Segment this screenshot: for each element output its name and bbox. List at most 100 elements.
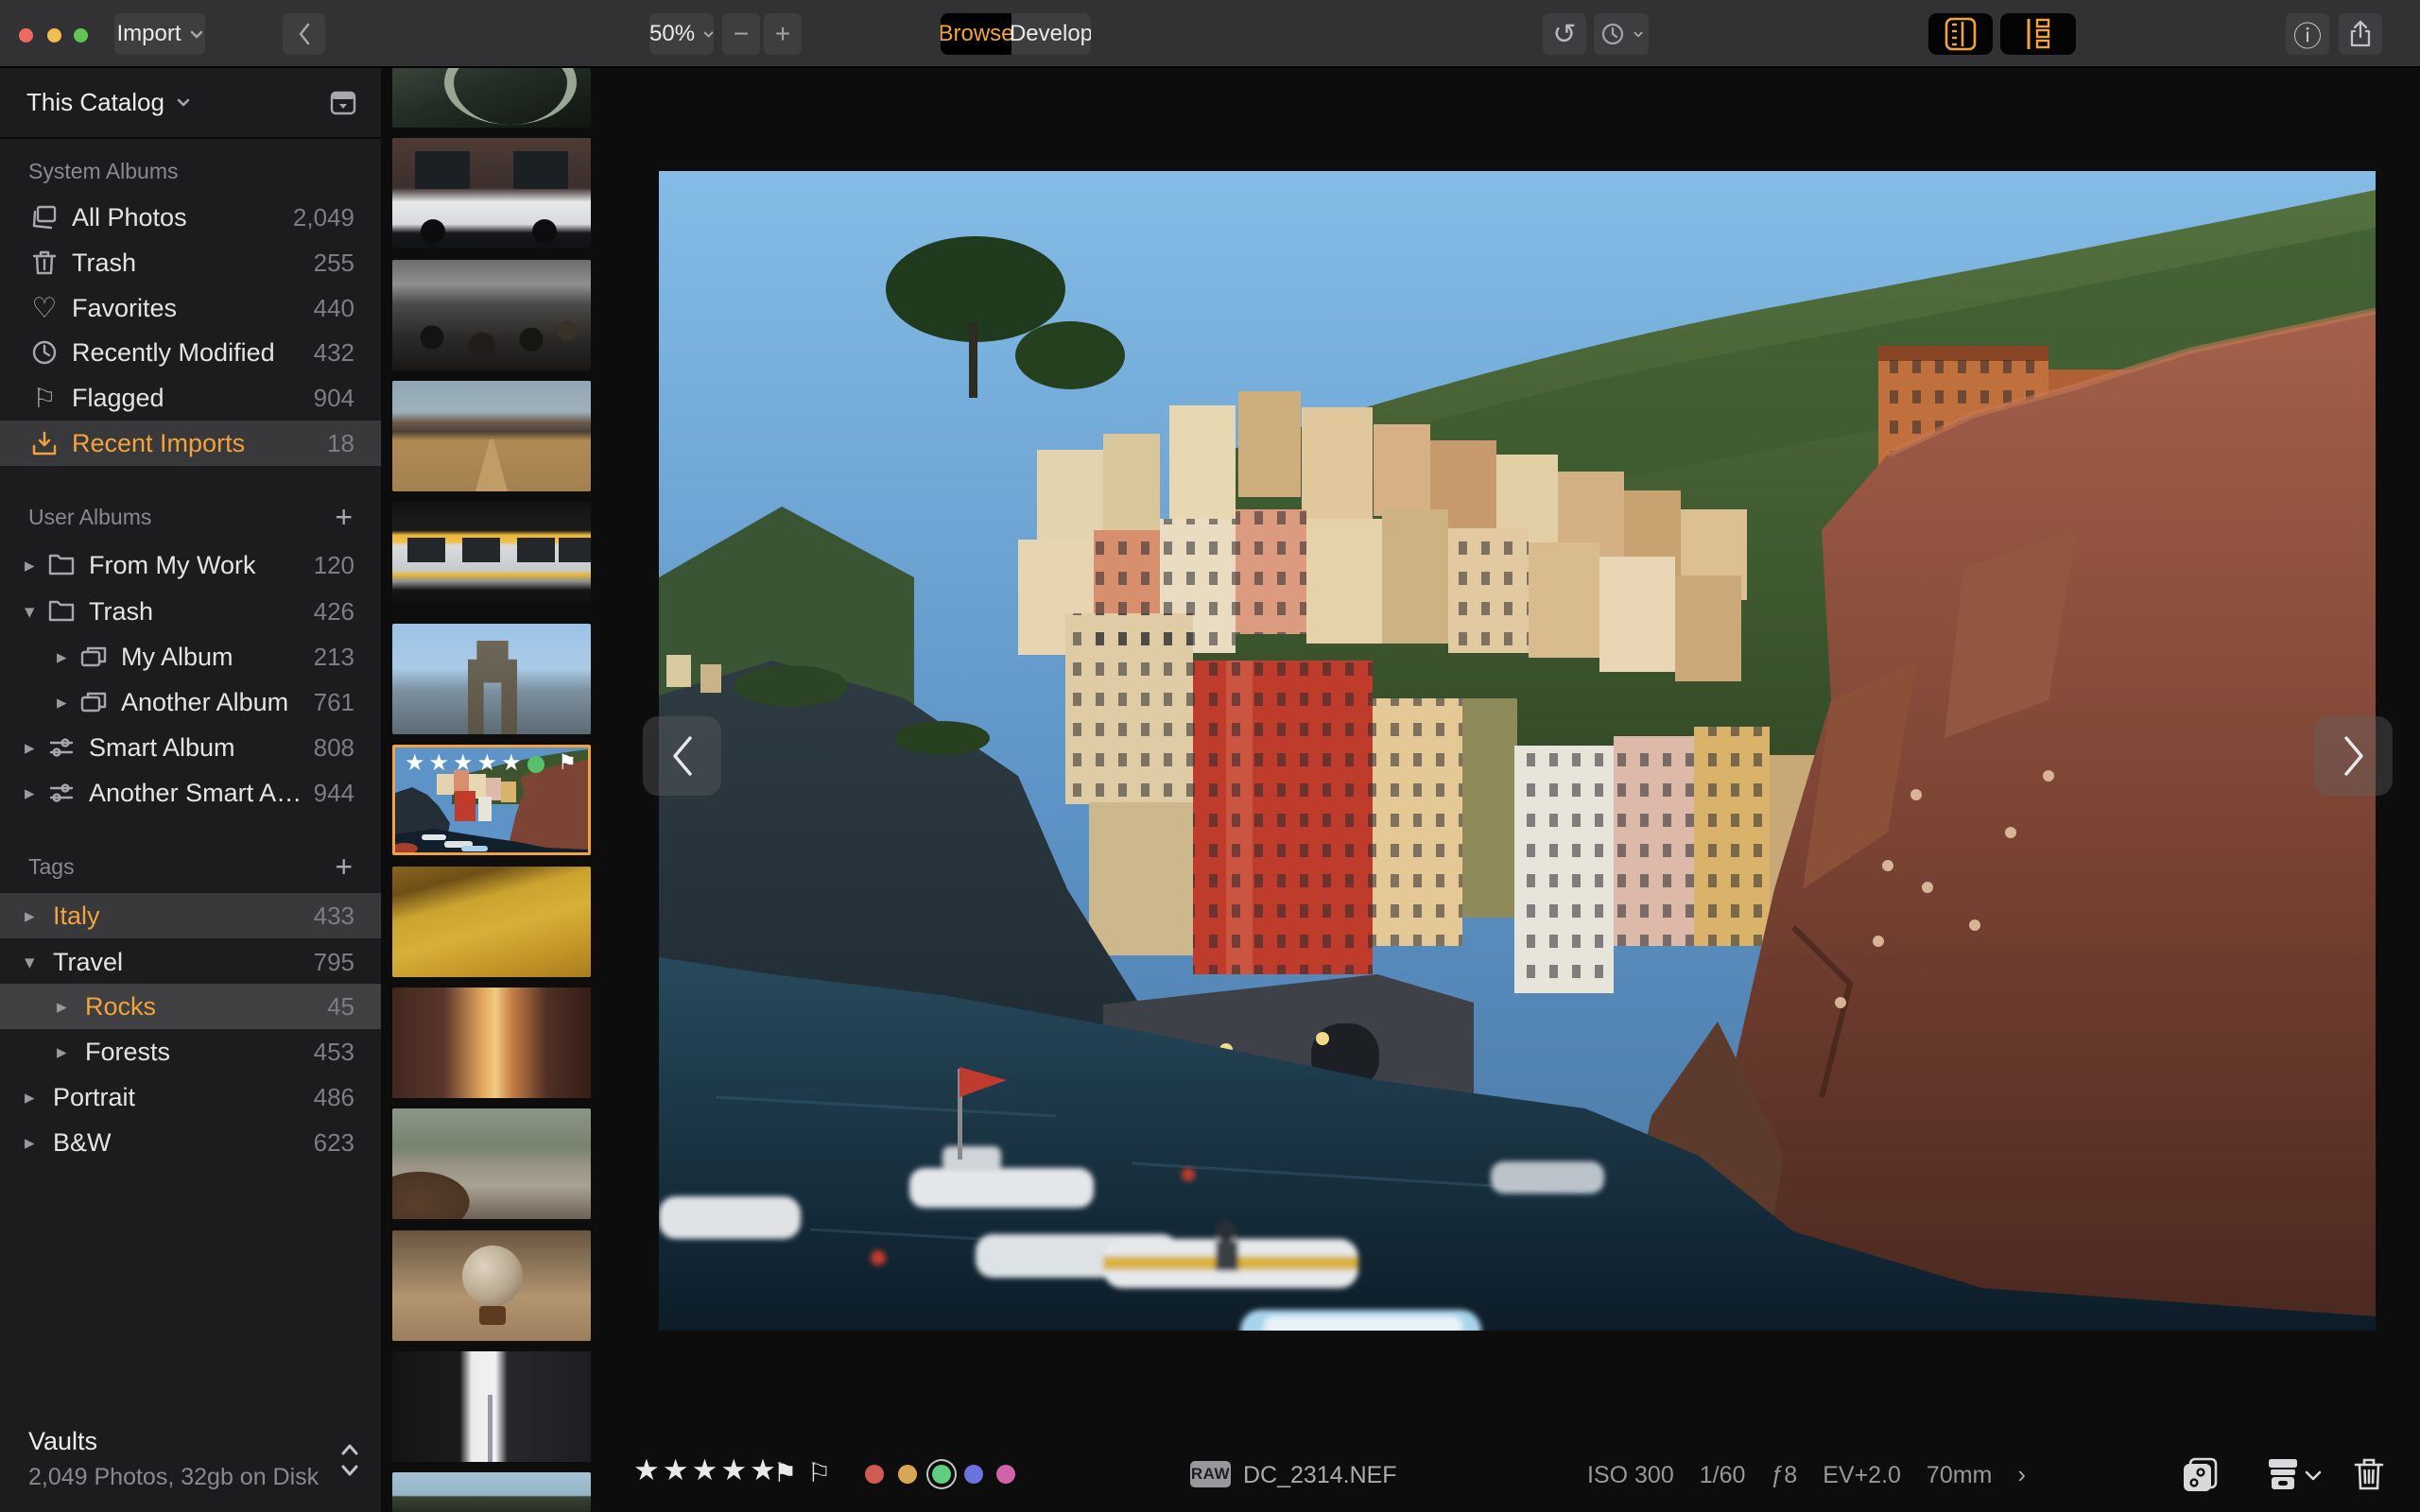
sidebar-tag-bw[interactable]: ▸ B&W 623 xyxy=(0,1120,381,1165)
copy-adjustments-button[interactable] xyxy=(2182,1457,2220,1498)
rating-stars[interactable]: ★★★★★ xyxy=(633,1453,779,1487)
window-zoom-button[interactable] xyxy=(74,28,88,43)
filmstrip-thumb-hillside-sky[interactable] xyxy=(392,1472,591,1512)
catalog-dropdown-label[interactable]: This Catalog xyxy=(26,88,164,117)
exif-more-chevron[interactable]: › xyxy=(2017,1460,2026,1489)
filmstrip-thumb-arm-out-car-window[interactable] xyxy=(392,1108,591,1219)
vaults-expander-icon[interactable] xyxy=(339,1440,360,1480)
disclosure-triangle[interactable]: ▸ xyxy=(57,995,78,1019)
vaults-footer[interactable]: Vaults 2,049 Photos, 32gb on Disk xyxy=(28,1427,319,1491)
next-photo-button[interactable] xyxy=(2314,716,2393,796)
viewer xyxy=(605,68,2420,1512)
window-close-button[interactable] xyxy=(19,28,33,43)
filmstrip-thumb-brick-warehouse-sunset[interactable] xyxy=(392,988,591,1098)
photos-stack-icon xyxy=(28,201,60,233)
sidebar-item-another-smart-album[interactable]: ▸ Another Smart A… 944 xyxy=(0,770,381,816)
sidebar-tag-travel[interactable]: ▾ Travel 795 xyxy=(0,939,381,985)
disclosure-triangle[interactable]: ▸ xyxy=(25,904,45,928)
zoom-level-value: 50% xyxy=(649,21,696,46)
minus-icon: − xyxy=(733,19,750,48)
import-tray-icon xyxy=(28,427,60,459)
smart-album-icon xyxy=(45,777,78,809)
disclosure-triangle[interactable]: ▾ xyxy=(25,951,45,974)
tab-develop[interactable]: Develop xyxy=(1010,13,1091,55)
smart-album-icon xyxy=(45,731,78,764)
window-minimize-button[interactable] xyxy=(47,28,61,43)
tab-browse-label: Browse xyxy=(941,21,1014,46)
filmstrip: ★★★★★ ⚑ xyxy=(381,68,605,1512)
sidebar-item-my-album[interactable]: ▸ My Album 213 xyxy=(0,634,381,679)
chevron-down-icon xyxy=(703,31,714,37)
import-button[interactable]: Import xyxy=(114,13,205,55)
sidebar-item-favorites[interactable]: ♡ Favorites 440 xyxy=(0,285,381,331)
add-album-button[interactable]: + xyxy=(335,500,353,535)
disclosure-triangle[interactable]: ▸ xyxy=(25,1131,45,1155)
disclosure-triangle[interactable]: ▸ xyxy=(25,736,45,760)
sidebar-item-flagged[interactable]: ⚐ Flagged 904 xyxy=(0,375,381,421)
chevron-left-icon xyxy=(672,736,692,776)
filmstrip-thumb-stone-arch-bridge[interactable] xyxy=(392,68,591,128)
filmstrip-thumb-brooklyn-bridge[interactable] xyxy=(392,624,591,734)
section-title: Tags xyxy=(28,853,75,879)
zoom-in-button[interactable]: + xyxy=(764,13,802,55)
color-label-blue[interactable] xyxy=(964,1465,983,1484)
disclosure-triangle[interactable]: ▸ xyxy=(25,782,45,805)
flag-pick-icon[interactable]: ⚑ xyxy=(773,1457,797,1488)
filmstrip-thumb-yellow-train[interactable] xyxy=(392,502,591,612)
history-button[interactable] xyxy=(1594,13,1649,55)
disclosure-triangle[interactable]: ▸ xyxy=(25,554,45,577)
disclosure-triangle[interactable]: ▸ xyxy=(57,645,78,669)
sidebar-tag-portrait[interactable]: ▸ Portrait 486 xyxy=(0,1074,381,1120)
sidebar-tag-forests[interactable]: ▸ Forests 453 xyxy=(0,1029,381,1074)
sidebar-tag-italy[interactable]: ▸ Italy 433 xyxy=(0,893,381,938)
filmstrip-thumb-golden-dunes[interactable] xyxy=(392,867,591,977)
undo-button[interactable]: ↺ xyxy=(1543,13,1586,55)
flag-outline-icon[interactable]: ⚐ xyxy=(807,1457,831,1488)
collapse-sidebar-icon[interactable] xyxy=(330,91,356,115)
tab-browse[interactable]: Browse xyxy=(941,13,1014,55)
archive-chevron-down-icon[interactable] xyxy=(2305,1470,2322,1481)
disclosure-triangle[interactable]: ▸ xyxy=(25,1086,45,1109)
chevron-down-icon[interactable] xyxy=(176,98,191,107)
delete-photo-button[interactable] xyxy=(2354,1457,2384,1496)
share-button[interactable] xyxy=(2339,13,2382,55)
zoom-level-dropdown[interactable]: 50% xyxy=(649,13,714,55)
sidebar-item-smart-album[interactable]: ▸ Smart Album 808 xyxy=(0,725,381,770)
sidebar-item-from-my-work[interactable]: ▸ From My Work 120 xyxy=(0,542,381,588)
color-label-pink[interactable] xyxy=(996,1465,1015,1484)
archive-export-button[interactable] xyxy=(2265,1457,2301,1496)
toggle-info-panel-button[interactable] xyxy=(2000,13,2076,55)
sidebar-item-recent-imports[interactable]: Recent Imports 18 xyxy=(0,421,381,466)
previous-photo-button[interactable] xyxy=(643,716,721,796)
sidebar-item-all-photos[interactable]: All Photos 2,049 xyxy=(0,195,381,240)
exif-aperture: ƒ8 xyxy=(1771,1462,1798,1488)
section-header-system-albums: System Albums xyxy=(28,154,353,188)
color-label-orange[interactable] xyxy=(898,1465,917,1484)
chevron-down-icon xyxy=(190,30,202,38)
vaults-label: Vaults xyxy=(28,1427,98,1455)
sidebar-item-trash[interactable]: Trash 255 xyxy=(0,240,381,285)
filmstrip-thumb-white-car[interactable] xyxy=(392,138,591,249)
sidebar-item-user-trash[interactable]: ▾ Trash 426 xyxy=(0,589,381,634)
zoom-out-button[interactable]: − xyxy=(722,13,760,55)
filmstrip-thumb-riomaggiore-selected[interactable]: ★★★★★ ⚑ xyxy=(392,745,591,855)
filmstrip-thumb-skyscrapers-tower[interactable] xyxy=(392,1351,591,1462)
filmstrip-thumb-desert-road[interactable] xyxy=(392,381,591,491)
color-label-green-selected[interactable] xyxy=(932,1465,951,1484)
disclosure-triangle[interactable]: ▾ xyxy=(25,600,45,624)
sidebar-item-recently-modified[interactable]: Recently Modified 432 xyxy=(0,330,381,375)
info-button[interactable]: ⓘ xyxy=(2286,13,2329,55)
thumb-flag-icon: ⚑ xyxy=(558,750,577,774)
sidebar-tag-rocks[interactable]: ▸ Rocks 45 xyxy=(0,984,381,1029)
color-label-red[interactable] xyxy=(865,1465,884,1484)
filmstrip-thumb-hand-on-globe[interactable] xyxy=(392,1230,591,1341)
disclosure-triangle[interactable]: ▸ xyxy=(57,691,78,714)
clock-icon xyxy=(1601,23,1623,45)
disclosure-triangle[interactable]: ▸ xyxy=(57,1040,78,1064)
back-button[interactable] xyxy=(283,13,325,55)
section-title: User Albums xyxy=(28,504,152,529)
toggle-filmstrip-panel-button[interactable] xyxy=(1928,13,1993,55)
add-tag-button[interactable]: + xyxy=(335,850,353,885)
sidebar-item-another-album[interactable]: ▸ Another Album 761 xyxy=(0,679,381,725)
filmstrip-thumb-train-platform-crowd[interactable] xyxy=(392,260,591,370)
